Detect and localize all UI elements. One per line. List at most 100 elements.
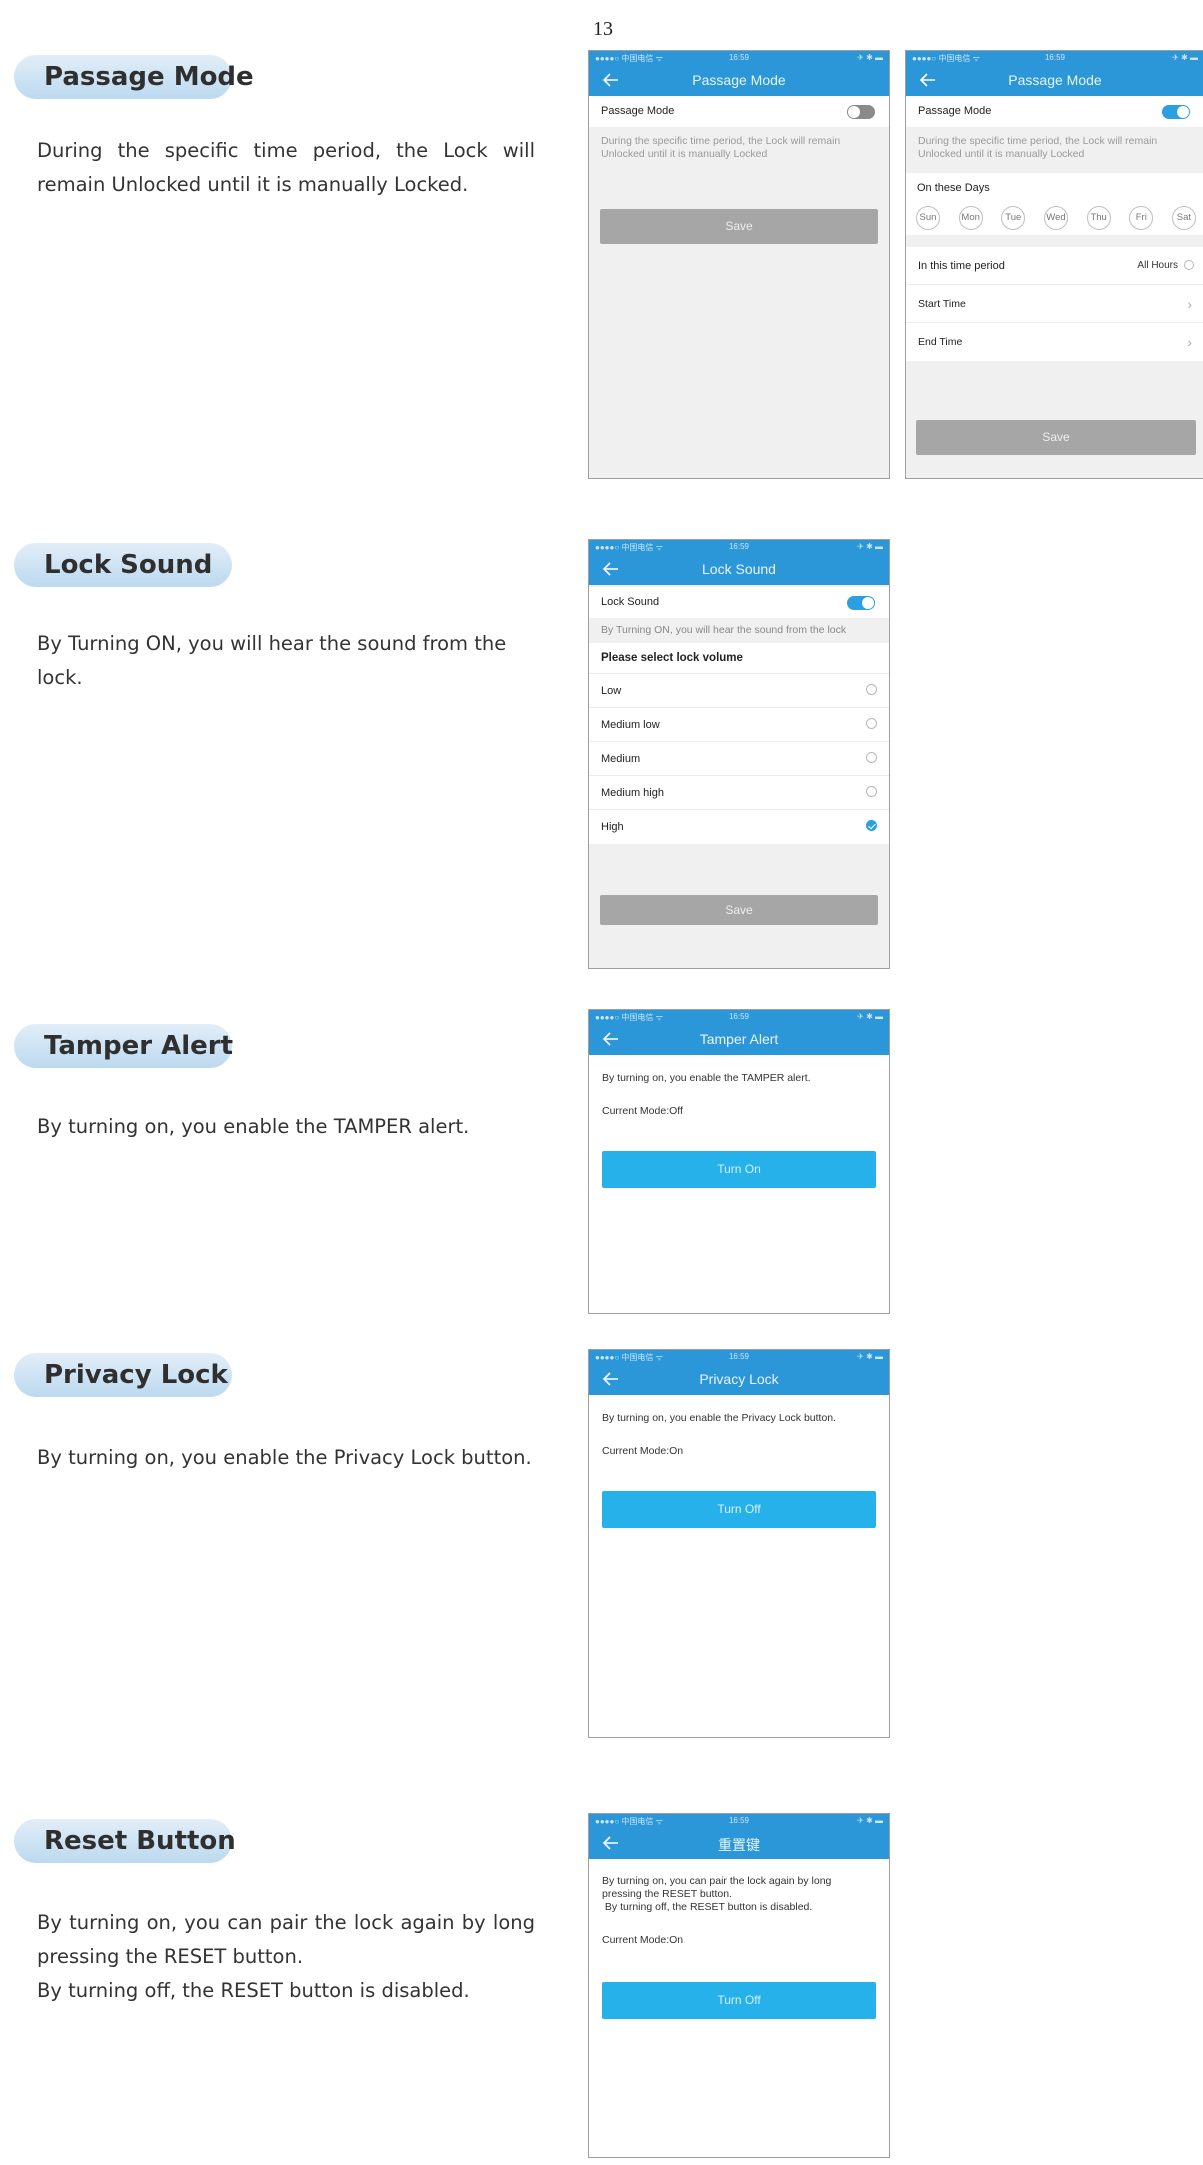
- status-time: 16:59: [728, 1352, 750, 1361]
- status-icons: ✈ ✱ ▬: [857, 1352, 883, 1361]
- volume-option-high[interactable]: High: [589, 810, 889, 844]
- turn-off-button[interactable]: Turn Off: [602, 1491, 876, 1528]
- nav-bar: 重置键: [589, 1827, 889, 1859]
- end-time-label: End Time: [918, 336, 963, 348]
- days-selector: On these Days Sun Mon Tue Wed Thu Fri Sa…: [906, 173, 1203, 235]
- option-label: Medium: [601, 753, 641, 765]
- passage-mode-desc: During the specific time period, the Loc…: [37, 139, 535, 196]
- status-time: 16:59: [728, 1816, 750, 1825]
- current-mode: Current Mode:On: [602, 1445, 684, 1457]
- status-bar: ●●●●○ 中国电信 ᯤ 16:59 ✈ ✱ ▬: [589, 540, 889, 553]
- day-list: Sun Mon Tue Wed Thu Fri Sat: [916, 206, 1196, 230]
- day-sat[interactable]: Sat: [1171, 206, 1196, 230]
- turn-on-button[interactable]: Turn On: [602, 1151, 876, 1188]
- reset-button-desc-1: By turning on, you can pair the lock aga…: [37, 1911, 535, 1968]
- day-tue[interactable]: Tue: [1001, 206, 1026, 230]
- nav-bar: Passage Mode: [589, 64, 889, 96]
- status-icons: ✈ ✱ ▬: [857, 542, 883, 551]
- reset-button-screen: ●●●●○ 中国电信 ᯤ 16:59 ✈ ✱ ▬ 重置键 By turning …: [588, 1813, 890, 2158]
- start-time-row[interactable]: Start Time ›: [906, 285, 1203, 323]
- day-sun[interactable]: Sun: [916, 206, 940, 230]
- nav-bar: Lock Sound: [589, 553, 889, 585]
- tamper-alert-screen: ●●●●○ 中国电信 ᯤ 16:59 ✈ ✱ ▬ Tamper Alert By…: [588, 1009, 890, 1314]
- day-wed[interactable]: Wed: [1043, 206, 1068, 230]
- status-icons: ✈ ✱ ▬: [857, 53, 883, 62]
- day-mon[interactable]: Mon: [958, 206, 983, 230]
- all-hours-radio[interactable]: [1184, 260, 1194, 270]
- passage-mode-title: Passage Mode: [14, 55, 254, 99]
- turn-off-button[interactable]: Turn Off: [602, 1982, 876, 2019]
- chevron-right-icon: ›: [1187, 296, 1192, 312]
- volume-option-medium[interactable]: Medium: [589, 742, 889, 776]
- status-bar: ●●●●○ 中国电信 ᯤ 16:59 ✈ ✱ ▬: [589, 1010, 889, 1023]
- current-mode: Current Mode:Off: [602, 1105, 683, 1117]
- screen-title: Lock Sound: [702, 561, 776, 577]
- status-icons: ✈ ✱ ▬: [857, 1012, 883, 1021]
- status-bar: ●●●●○ 中国电信 ᯤ 16:59 ✈ ✱ ▬: [906, 51, 1203, 64]
- tamper-alert-title: Tamper Alert: [14, 1024, 233, 1068]
- save-button[interactable]: Save: [600, 895, 878, 925]
- time-period-row[interactable]: In this time period All Hours: [906, 247, 1203, 285]
- passage-mode-screen-on: ●●●●○ 中国电信 ᯤ 16:59 ✈ ✱ ▬ Passage Mode Pa…: [905, 50, 1203, 479]
- lock-sound-desc: By Turning ON, you will hear the sound f…: [37, 632, 507, 689]
- passage-mode-label: Passage Mode: [918, 105, 992, 117]
- status-bar: ●●●●○ 中国电信 ᯤ 16:59 ✈ ✱ ▬: [589, 1814, 889, 1827]
- reset-text-1: By turning on, you can pair the lock aga…: [602, 1875, 832, 1900]
- status-time: 16:59: [1044, 53, 1066, 62]
- passage-mode-hint: During the specific time period, the Loc…: [589, 127, 889, 167]
- lock-sound-toggle[interactable]: [847, 596, 875, 610]
- radio-icon[interactable]: [866, 752, 877, 763]
- reset-button-desc-2: By turning off, the RESET button is disa…: [37, 1979, 470, 2002]
- page-number: 13: [593, 18, 613, 40]
- status-icons: ✈ ✱ ▬: [1172, 53, 1198, 62]
- volume-option-medium-high[interactable]: Medium high: [589, 776, 889, 810]
- time-period-label: In this time period: [918, 260, 1005, 272]
- screen-title: Privacy Lock: [699, 1371, 779, 1387]
- status-bar: ●●●●○ 中国电信 ᯤ 16:59 ✈ ✱ ▬: [589, 51, 889, 64]
- radio-checked-icon[interactable]: [866, 820, 877, 831]
- reset-text-2: By turning off, the RESET button is disa…: [602, 1901, 813, 1913]
- end-time-row[interactable]: End Time ›: [906, 323, 1203, 361]
- radio-icon[interactable]: [866, 786, 877, 797]
- day-thu[interactable]: Thu: [1086, 206, 1111, 230]
- day-fri[interactable]: Fri: [1129, 206, 1154, 230]
- radio-icon[interactable]: [866, 684, 877, 695]
- privacy-lock-text: By turning on, you enable the Privacy Lo…: [602, 1412, 837, 1424]
- days-label: On these Days: [917, 182, 990, 194]
- volume-option-low[interactable]: Low: [589, 674, 889, 708]
- passage-mode-label: Passage Mode: [601, 105, 675, 117]
- reset-button-title: Reset Button: [14, 1819, 236, 1863]
- status-bar: ●●●●○ 中国电信 ᯤ 16:59 ✈ ✱ ▬: [589, 1350, 889, 1363]
- privacy-lock-screen: ●●●●○ 中国电信 ᯤ 16:59 ✈ ✱ ▬ Privacy Lock By…: [588, 1349, 890, 1738]
- status-time: 16:59: [728, 542, 750, 551]
- chevron-right-icon: ›: [1187, 334, 1192, 350]
- volume-option-medium-low[interactable]: Medium low: [589, 708, 889, 742]
- nav-bar: Passage Mode: [906, 64, 1203, 96]
- volume-select-label: Please select lock volume: [589, 643, 889, 674]
- current-mode: Current Mode:On: [602, 1934, 684, 1946]
- privacy-lock-desc: By turning on, you enable the Privacy Lo…: [37, 1446, 532, 1469]
- option-label: High: [601, 821, 624, 833]
- passage-mode-row: Passage Mode: [589, 96, 889, 127]
- option-label: Medium low: [601, 719, 660, 731]
- status-time: 16:59: [728, 1012, 750, 1021]
- option-label: Low: [601, 685, 622, 697]
- lock-sound-label: Lock Sound: [601, 596, 660, 608]
- start-time-label: Start Time: [918, 298, 966, 310]
- all-hours-label: All Hours: [1137, 260, 1178, 271]
- passage-mode-hint: During the specific time period, the Loc…: [906, 127, 1203, 167]
- screen-title: Tamper Alert: [699, 1031, 779, 1047]
- lock-sound-screen: ●●●●○ 中国电信 ᯤ 16:59 ✈ ✱ ▬ Lock Sound Lock…: [588, 539, 890, 969]
- save-button[interactable]: Save: [916, 420, 1196, 455]
- lock-sound-row: Lock Sound: [589, 587, 889, 618]
- save-button[interactable]: Save: [600, 209, 878, 244]
- option-label: Medium high: [601, 787, 664, 799]
- nav-bar: Tamper Alert: [589, 1023, 889, 1055]
- lock-sound-title: Lock Sound: [14, 543, 232, 587]
- status-icons: ✈ ✱ ▬: [857, 1816, 883, 1825]
- screen-title: Passage Mode: [1008, 72, 1102, 88]
- passage-mode-toggle[interactable]: [847, 105, 875, 119]
- passage-mode-toggle[interactable]: [1162, 105, 1190, 119]
- radio-icon[interactable]: [866, 718, 877, 729]
- screen-title: Passage Mode: [692, 72, 786, 88]
